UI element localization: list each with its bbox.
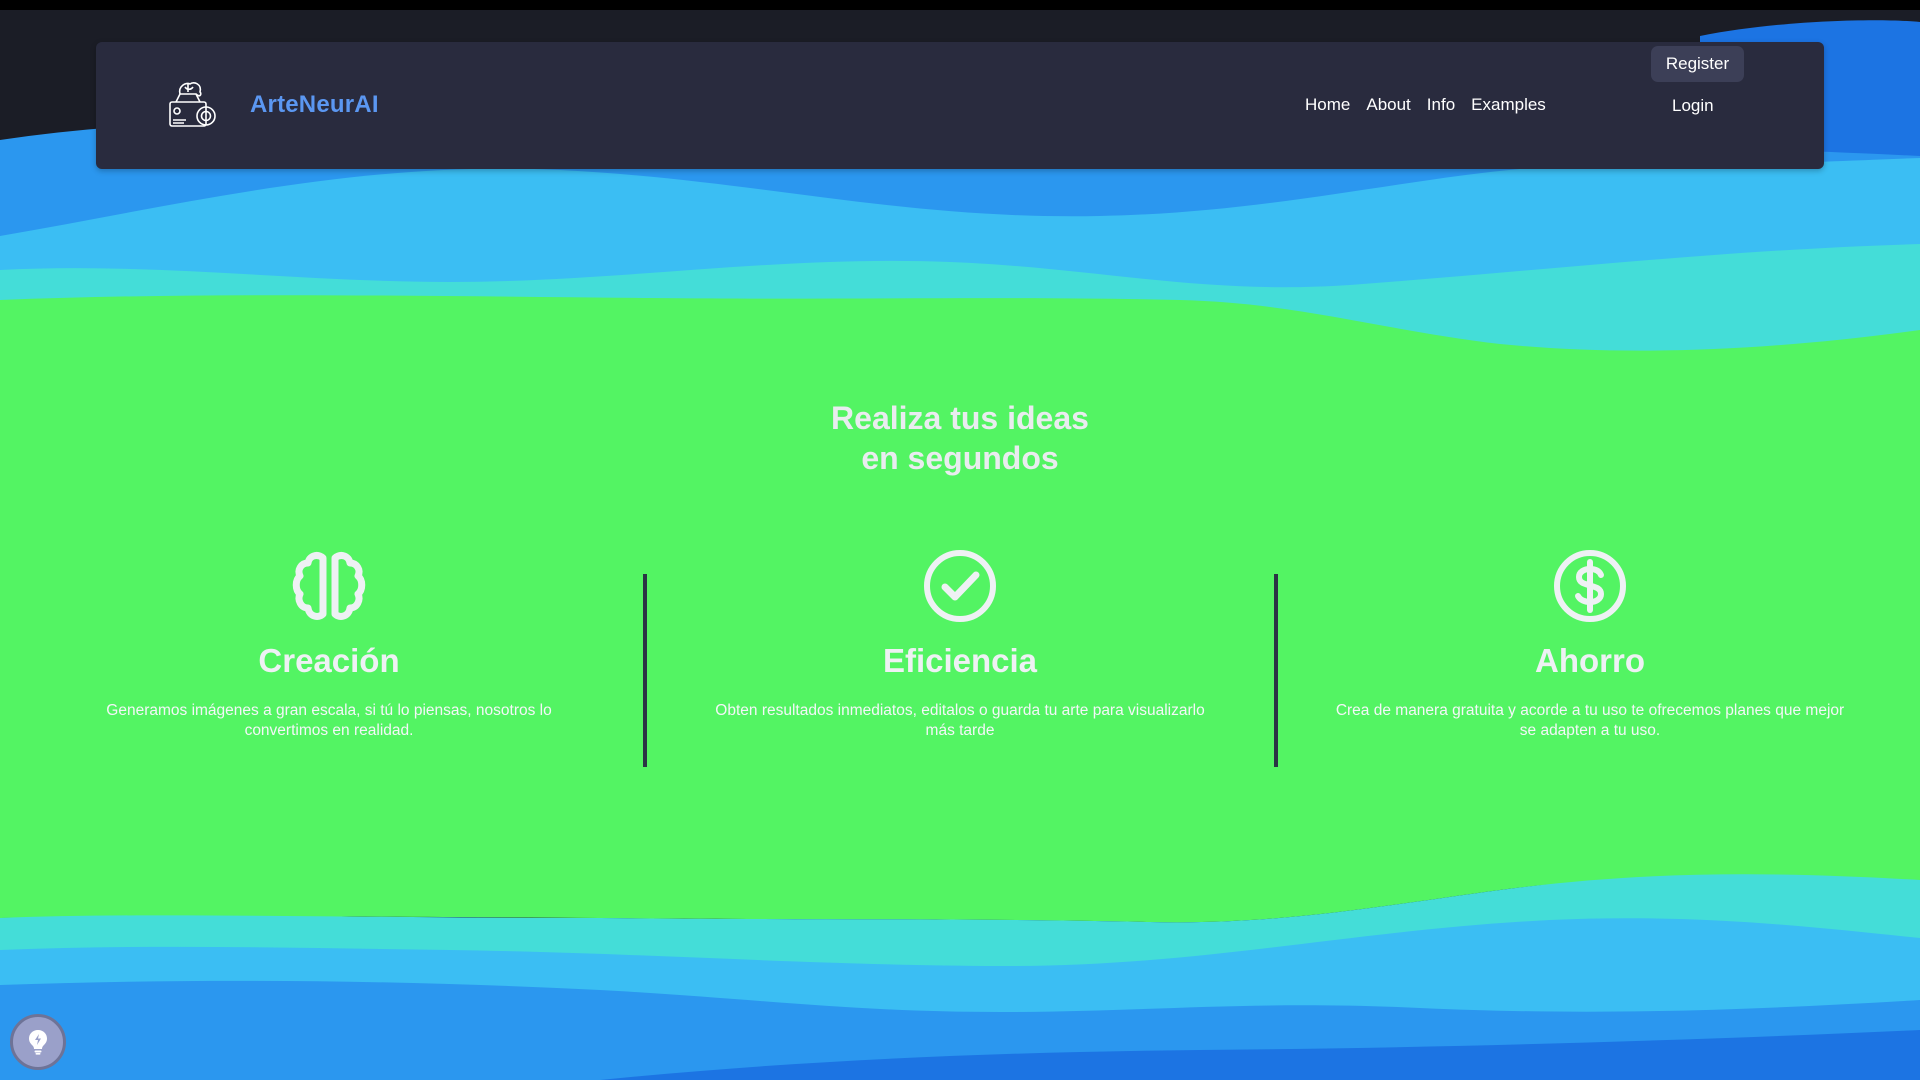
navbar: ArteNeurAI Home About Info Examples Logi…: [96, 42, 1824, 169]
nav-link-info[interactable]: Info: [1427, 95, 1455, 115]
lightbulb-icon: [29, 1030, 47, 1055]
feature-description: Crea de manera gratuita y acorde a tu us…: [1335, 702, 1845, 739]
brand-name: ArteNeurAI: [250, 91, 379, 118]
brain-icon: [292, 552, 366, 620]
register-button[interactable]: Register: [1651, 46, 1744, 82]
nav-link-home[interactable]: Home: [1305, 95, 1350, 115]
feature-ahorro: Ahorro Crea de manera gratuita y acorde …: [1330, 548, 1850, 748]
feature-title: Eficiencia: [882, 642, 1038, 679]
hero-title: Realiza tus ideas en segundos: [660, 398, 1260, 478]
login-link[interactable]: Login: [1672, 96, 1714, 116]
feature-eficiencia: Eficiencia Obten resultados inmediatos, …: [710, 548, 1210, 748]
hero-title-line-2: en segundos: [861, 440, 1059, 476]
nav-links: Home About Info Examples: [1305, 82, 1546, 128]
check-circle-icon: [924, 550, 996, 622]
feature-description: Generamos imágenes a gran escala, si tú …: [106, 702, 552, 739]
brand[interactable]: ArteNeurAI: [166, 72, 379, 138]
auth-links: Login: [1672, 88, 1714, 124]
nav-link-examples[interactable]: Examples: [1471, 95, 1546, 115]
dollar-circle-icon: [1554, 550, 1626, 622]
camera-robot-icon: [169, 82, 216, 127]
hero-title-line-1: Realiza tus ideas: [831, 400, 1089, 436]
feature-creacion: Creación Generamos imágenes a gran escal…: [79, 548, 579, 748]
feature-divider: [1274, 574, 1278, 767]
feature-description: Obten resultados inmediatos, editalos o …: [715, 702, 1205, 739]
feature-title: Creación: [258, 642, 400, 679]
feature-divider: [643, 574, 647, 767]
lightbulb-button[interactable]: [10, 1014, 66, 1070]
nav-link-about[interactable]: About: [1366, 95, 1410, 115]
feature-title: Ahorro: [1535, 642, 1645, 679]
